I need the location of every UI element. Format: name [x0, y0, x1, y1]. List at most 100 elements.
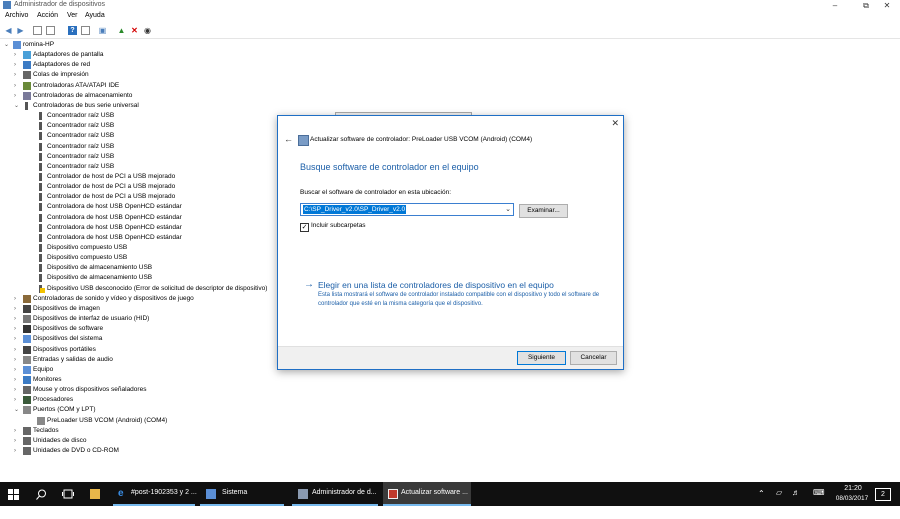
tree-node-label: Concentrador raíz USB: [47, 162, 115, 170]
chevron-right-icon[interactable]: ›: [14, 60, 20, 70]
driver-path-input[interactable]: C:\SP_Driver_v2.0\SP_Driver_v2.0 ⌄: [300, 203, 514, 216]
taskbar-item-sistema[interactable]: Sistema: [200, 482, 284, 506]
chevron-right-icon[interactable]: ›: [14, 314, 20, 324]
keyboard-icon[interactable]: ⌨: [813, 488, 825, 512]
back-arrow-icon[interactable]: ←: [284, 134, 293, 144]
menu-archivo[interactable]: Archivo: [5, 12, 28, 19]
tree-node-label: Concentrador raíz USB: [47, 112, 115, 120]
download-icon[interactable]: ◉: [143, 26, 152, 35]
close-icon[interactable]: ✕: [611, 118, 619, 129]
network-icon: [23, 61, 31, 70]
usb-icon: [25, 101, 28, 110]
file-explorer-button[interactable]: [88, 482, 102, 506]
taskbar-item-label: Sistema: [222, 489, 248, 496]
tree-node-label: Controladoras de sonido y vídeo y dispos…: [33, 294, 194, 302]
chevron-right-icon[interactable]: ›: [14, 294, 20, 304]
folder-icon: [90, 489, 100, 499]
chevron-down-icon[interactable]: ⌄: [505, 204, 511, 215]
portable-device-icon: [23, 345, 31, 354]
clock-date[interactable]: 08/03/2017: [832, 495, 872, 519]
display-adapter-icon: [23, 51, 31, 60]
menu-ayuda[interactable]: Ayuda: [85, 12, 105, 19]
taskbar-item-edge[interactable]: e #post-1902353 y 2 ...: [113, 482, 197, 506]
chevron-right-icon[interactable]: ›: [14, 50, 20, 60]
storage-icon: [23, 91, 31, 100]
usb-icon: [39, 172, 42, 181]
chevron-right-icon[interactable]: ›: [14, 395, 20, 405]
usb-icon: [39, 264, 42, 273]
chevron-right-icon[interactable]: ›: [14, 345, 20, 355]
ide-icon: [23, 81, 31, 90]
forward-icon[interactable]: ▶: [16, 26, 25, 35]
device-icon: [298, 135, 309, 146]
cancel-button[interactable]: Cancelar: [570, 351, 617, 365]
taskbar-item-label: Actualizar software ...: [401, 489, 468, 496]
tree-node-label: Dispositivos de software: [33, 325, 104, 333]
taskbar: e #post-1902353 y 2 ... Sistema Administ…: [0, 482, 900, 506]
notifications-icon[interactable]: 2: [875, 488, 891, 501]
disk-icon: [23, 436, 31, 445]
tree-node-label: Controladoras de bus serie universal: [33, 101, 139, 109]
minimize-button[interactable]: –: [822, 0, 848, 11]
chevron-down-icon[interactable]: ⌄: [14, 101, 20, 111]
chevron-up-icon[interactable]: ⌃: [758, 489, 765, 513]
computer-icon: [13, 41, 21, 49]
chevron-down-icon[interactable]: ⌄: [14, 405, 20, 415]
scan-hardware-icon[interactable]: ▣: [98, 26, 107, 35]
network-icon[interactable]: ▱: [776, 488, 782, 512]
usb-icon: [39, 223, 42, 232]
update-driver-icon: [388, 489, 398, 499]
task-view-icon: [62, 489, 74, 499]
monitor-icon: [23, 375, 31, 384]
chevron-right-icon[interactable]: ›: [14, 355, 20, 365]
dialog-heading: Busque software de controlador en el equ…: [300, 162, 479, 172]
chevron-right-icon[interactable]: ›: [14, 81, 20, 91]
usb-icon: [39, 203, 42, 212]
chevron-right-icon[interactable]: ›: [14, 436, 20, 446]
chevron-right-icon[interactable]: ›: [14, 446, 20, 456]
volume-icon[interactable]: ♬: [792, 488, 800, 512]
tree-node-label: Dispositivo compuesto USB: [47, 254, 128, 262]
next-button[interactable]: Siguiente: [517, 351, 566, 365]
chevron-down-icon[interactable]: ⌄: [4, 40, 10, 50]
search-button[interactable]: [36, 482, 48, 506]
tree-node-label: Controladoras ATA/ATAPI IDE: [33, 81, 120, 89]
chevron-right-icon[interactable]: ›: [14, 334, 20, 344]
chevron-right-icon[interactable]: ›: [14, 426, 20, 436]
back-icon[interactable]: ◀: [4, 26, 13, 35]
menu-ver[interactable]: Ver: [67, 12, 78, 19]
include-subfolders-checkbox[interactable]: ✓: [300, 223, 309, 232]
tree-node-label: Concentrador raíz USB: [47, 152, 115, 160]
choose-driver-list-link[interactable]: Elegir en una lista de controladores de …: [318, 280, 554, 290]
chevron-right-icon[interactable]: ›: [14, 304, 20, 314]
chevron-right-icon[interactable]: ›: [14, 365, 20, 375]
menu-accion[interactable]: Acción: [37, 12, 58, 19]
view-icon[interactable]: [46, 26, 55, 35]
chevron-right-icon[interactable]: ›: [14, 324, 20, 334]
chevron-right-icon[interactable]: ›: [14, 375, 20, 385]
usb-icon: [39, 183, 42, 192]
properties-icon[interactable]: [33, 26, 42, 35]
browse-button[interactable]: Examinar...: [519, 204, 568, 218]
chevron-right-icon[interactable]: ›: [14, 91, 20, 101]
update-driver-icon[interactable]: ▲: [117, 26, 126, 35]
chevron-right-icon[interactable]: ›: [14, 385, 20, 395]
tree-node-label: Procesadores: [33, 396, 74, 404]
chevron-right-icon[interactable]: ›: [14, 70, 20, 80]
start-button[interactable]: [8, 482, 22, 506]
window-titlebar: Administrador de dispositivos – ⧉ ✕: [0, 0, 900, 11]
tree-node-label: Adaptadores de pantalla: [33, 51, 104, 59]
tree-node-label: Teclados: [33, 426, 59, 434]
taskbar-item-update-driver[interactable]: Actualizar software ...: [383, 482, 471, 506]
help-icon[interactable]: ?: [68, 26, 77, 35]
task-view-button[interactable]: [62, 482, 74, 506]
close-window-button[interactable]: ✕: [874, 0, 900, 11]
tree-node-label: Dispositivo de almacenamiento USB: [47, 264, 153, 272]
tree-node-label: Controladora de host USB OpenHCD estánda…: [47, 233, 182, 241]
details-icon[interactable]: [81, 26, 90, 35]
sound-icon: [23, 294, 31, 303]
taskbar-item-device-manager[interactable]: Administrador de d...: [292, 482, 378, 506]
edge-icon: e: [118, 488, 124, 499]
uninstall-icon[interactable]: ✕: [130, 26, 139, 35]
mouse-icon: [23, 386, 31, 395]
